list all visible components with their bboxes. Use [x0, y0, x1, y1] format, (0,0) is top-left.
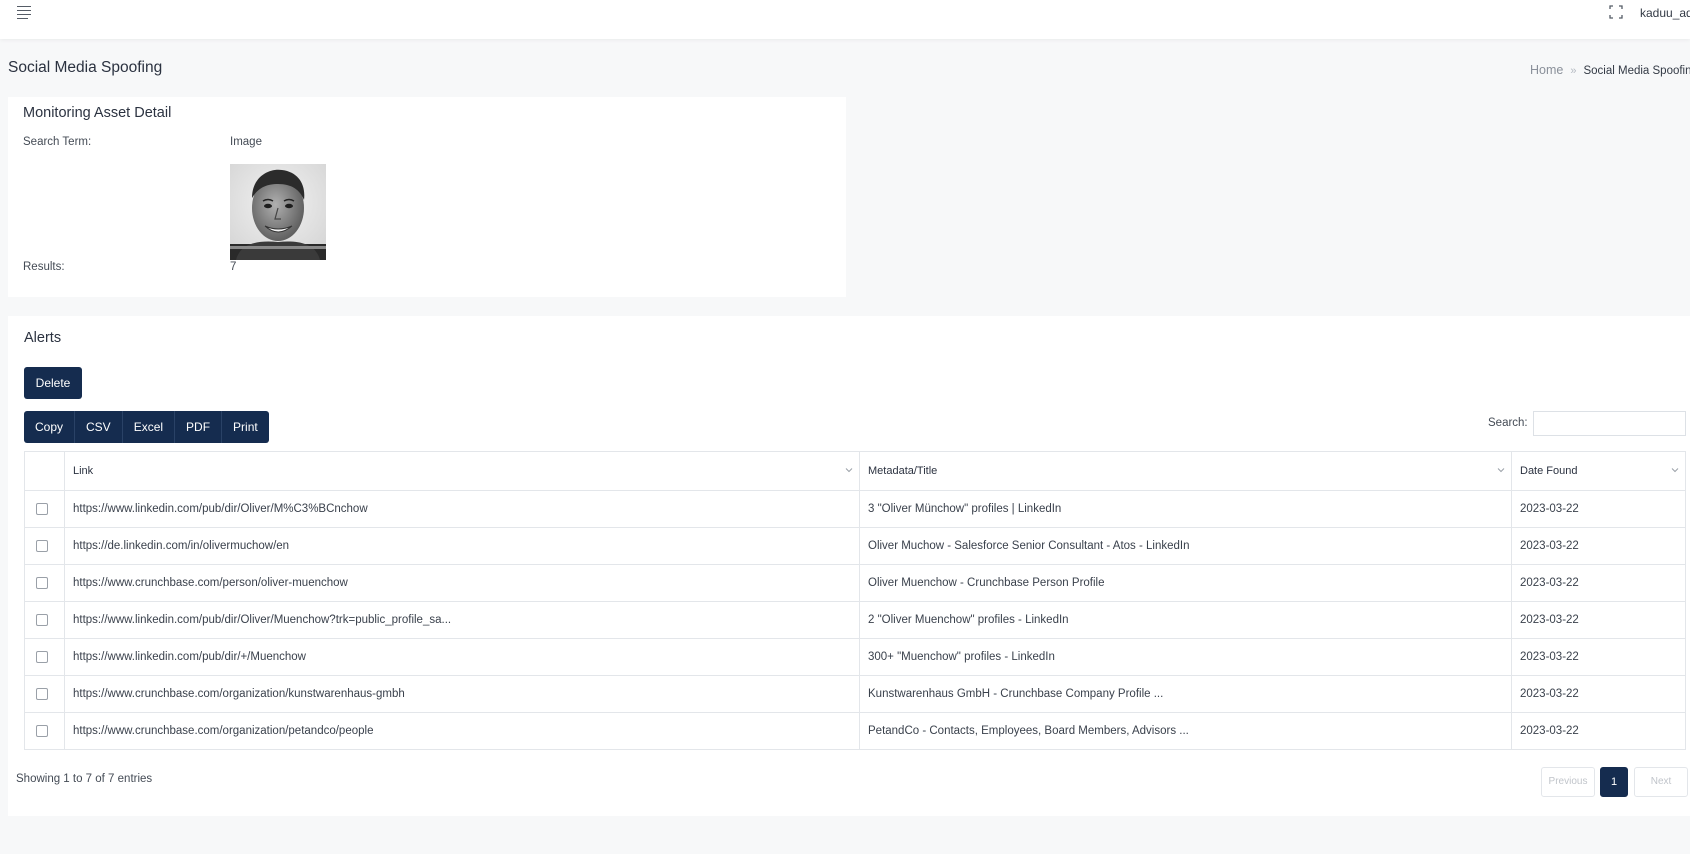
sort-icon: [845, 468, 853, 473]
pagination-next[interactable]: Next: [1634, 767, 1688, 797]
search-term-image: [230, 164, 326, 260]
alerts-title: Alerts: [24, 330, 62, 346]
link-cell[interactable]: https://www.crunchbase.com/organization/…: [64, 712, 860, 750]
row-checkbox[interactable]: [36, 540, 48, 552]
column-header-metadata-title[interactable]: Metadata/Title: [859, 451, 1512, 491]
pagination-page-1[interactable]: 1: [1600, 767, 1628, 797]
export-button-group: Copy CSV Excel PDF Print: [24, 411, 269, 443]
date-cell: 2023-03-22: [1511, 675, 1686, 713]
excel-button[interactable]: Excel: [122, 411, 176, 443]
date-cell: 2023-03-22: [1511, 527, 1686, 565]
link-cell[interactable]: https://de.linkedin.com/in/olivermuchow/…: [64, 527, 860, 565]
title-cell: 2 "Oliver Muenchow" profiles - LinkedIn: [859, 601, 1512, 639]
date-cell: 2023-03-22: [1511, 638, 1686, 676]
sort-icon: [1497, 468, 1505, 473]
title-cell: Oliver Muchow - Salesforce Senior Consul…: [859, 527, 1512, 565]
search-term-value: Image: [230, 136, 262, 148]
link-cell[interactable]: https://www.crunchbase.com/organization/…: [64, 675, 860, 713]
breadcrumb-home-link[interactable]: Home: [1530, 63, 1563, 77]
sort-icon: [1671, 468, 1679, 473]
link-cell[interactable]: https://www.linkedin.com/pub/dir/Oliver/…: [64, 490, 860, 528]
date-cell: 2023-03-22: [1511, 712, 1686, 750]
table-info: Showing 1 to 7 of 7 entries: [16, 773, 153, 785]
hamburger-menu-icon[interactable]: [17, 6, 33, 20]
alerts-card: Alerts Delete Copy CSV Excel PDF Print S…: [8, 316, 1690, 816]
search-input[interactable]: [1533, 411, 1686, 436]
column-header-label: Metadata/Title: [868, 465, 938, 477]
table-row: https://www.crunchbase.com/organization/…: [24, 675, 1686, 713]
title-cell: Oliver Muenchow - Crunchbase Person Prof…: [859, 564, 1512, 602]
top-navbar: kaduu_ad: [0, 0, 1690, 39]
date-cell: 2023-03-22: [1511, 564, 1686, 602]
link-cell[interactable]: https://www.linkedin.com/pub/dir/+/Muenc…: [64, 638, 860, 676]
print-button[interactable]: Print: [222, 411, 269, 443]
pagination-previous[interactable]: Previous: [1541, 767, 1595, 797]
breadcrumb-separator: »: [1570, 65, 1577, 77]
table-row: https://www.linkedin.com/pub/dir/Oliver/…: [24, 601, 1686, 639]
row-checkbox[interactable]: [36, 688, 48, 700]
title-cell: Kunstwarenhaus GmbH - Crunchbase Company…: [859, 675, 1512, 713]
column-header-date-found[interactable]: Date Found: [1511, 451, 1686, 491]
page-title: Social Media Spoofing: [8, 59, 163, 76]
table-header-row: Link Metadata/Title Date Found: [24, 451, 1686, 491]
fullscreen-icon[interactable]: [1609, 5, 1623, 19]
select-column-header: [24, 451, 65, 491]
search-term-label: Search Term:: [23, 136, 92, 148]
user-menu[interactable]: kaduu_ad: [1640, 6, 1690, 20]
row-checkbox[interactable]: [36, 725, 48, 737]
copy-button[interactable]: Copy: [24, 411, 76, 443]
title-cell: 300+ "Muenchow" profiles - LinkedIn: [859, 638, 1512, 676]
delete-button[interactable]: Delete: [24, 367, 82, 399]
results-value: 7: [230, 261, 237, 273]
column-header-label: Date Found: [1520, 465, 1578, 477]
table-row: https://www.linkedin.com/pub/dir/+/Muenc…: [24, 638, 1686, 676]
title-cell: PetandCo - Contacts, Employees, Board Me…: [859, 712, 1512, 750]
csv-button[interactable]: CSV: [75, 411, 123, 443]
table-row: https://www.linkedin.com/pub/dir/Oliver/…: [24, 490, 1686, 528]
breadcrumb: Home » Social Media Spoofing: [1530, 63, 1690, 77]
alerts-table: Link Metadata/Title Date Found https://w…: [24, 451, 1686, 750]
row-checkbox[interactable]: [36, 577, 48, 589]
table-row: https://www.crunchbase.com/organization/…: [24, 712, 1686, 750]
table-row: https://de.linkedin.com/in/olivermuchow/…: [24, 527, 1686, 565]
results-label: Results:: [23, 261, 65, 273]
title-cell: 3 "Oliver Münchow" profiles | LinkedIn: [859, 490, 1512, 528]
asset-detail-title: Monitoring Asset Detail: [23, 105, 172, 121]
breadcrumb-current: Social Media Spoofing: [1583, 65, 1690, 77]
link-cell[interactable]: https://www.crunchbase.com/person/oliver…: [64, 564, 860, 602]
pdf-button[interactable]: PDF: [175, 411, 223, 443]
link-cell[interactable]: https://www.linkedin.com/pub/dir/Oliver/…: [64, 601, 860, 639]
row-checkbox[interactable]: [36, 503, 48, 515]
row-checkbox[interactable]: [36, 651, 48, 663]
date-cell: 2023-03-22: [1511, 490, 1686, 528]
date-cell: 2023-03-22: [1511, 601, 1686, 639]
row-checkbox[interactable]: [36, 614, 48, 626]
column-header-label: Link: [73, 465, 94, 477]
asset-detail-card: Monitoring Asset Detail Search Term: Ima…: [8, 97, 846, 297]
search-label: Search:: [1488, 417, 1528, 429]
table-row: https://www.crunchbase.com/person/oliver…: [24, 564, 1686, 602]
column-header-link[interactable]: Link: [64, 451, 860, 491]
